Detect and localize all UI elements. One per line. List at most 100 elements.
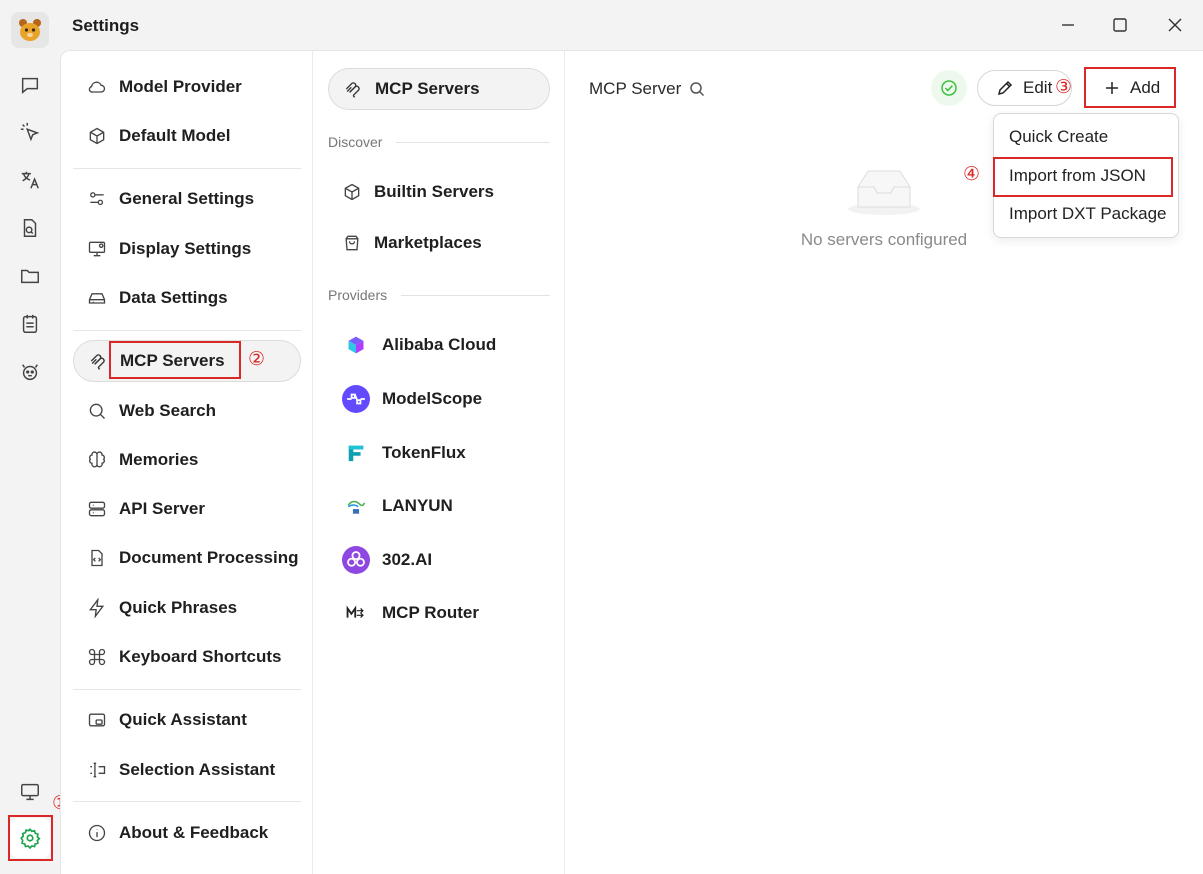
nav-about-feedback[interactable]: About & Feedback <box>73 812 301 854</box>
app-window-icon <box>88 713 106 727</box>
chat-icon[interactable] <box>10 65 50 105</box>
section-label-text: Discover <box>328 134 383 150</box>
nav-default-model[interactable]: Default Model <box>73 115 301 157</box>
annotation-box-1 <box>8 815 53 861</box>
divider <box>73 689 301 690</box>
nav-quick-phrases[interactable]: Quick Phrases <box>73 587 301 629</box>
nav-label: Quick Phrases <box>119 598 238 617</box>
search-icon[interactable] <box>689 81 705 97</box>
mcp-nav-builtin-servers[interactable]: Builtin Servers <box>328 171 550 213</box>
translate-icon[interactable] <box>10 160 50 200</box>
nav-label: MCP Servers <box>375 79 480 98</box>
add-dropdown-menu: Quick Create Import from JSON Import DXT… <box>993 113 1179 238</box>
tokenflux-logo-icon <box>342 439 370 467</box>
mcp-icon <box>345 82 360 98</box>
nav-label: MCP Router <box>382 603 479 622</box>
nav-label: Web Search <box>119 401 217 420</box>
annotation-marker-2: ② <box>248 348 266 370</box>
nav-label: Document Processing <box>119 548 299 567</box>
divider <box>73 330 301 331</box>
settings-nav: Model Provider Default Model General Set… <box>61 51 313 874</box>
nav-general-settings[interactable]: General Settings <box>73 178 301 220</box>
nav-label: Builtin Servers <box>374 182 494 201</box>
nav-label: TokenFlux <box>382 443 466 462</box>
alibaba-cloud-logo-icon <box>342 331 370 359</box>
cube-icon <box>89 127 105 145</box>
nav-label: Selection Assistant <box>119 760 276 779</box>
document-search-icon[interactable] <box>10 208 50 248</box>
nav-keyboard-shortcuts[interactable]: Keyboard Shortcuts <box>73 636 301 678</box>
nav-data-settings[interactable]: Data Settings <box>73 277 301 319</box>
notepad-icon[interactable] <box>10 304 50 344</box>
annotation-box-4 <box>993 157 1173 197</box>
cursor-click-icon[interactable] <box>10 112 50 152</box>
provider-alibaba-cloud[interactable]: Alibaba Cloud <box>328 324 550 366</box>
content-header: MCP Server <box>589 79 705 99</box>
edit-label: Edit <box>1023 78 1053 97</box>
divider <box>73 801 301 802</box>
search-icon <box>89 403 105 419</box>
nav-label: API Server <box>119 499 205 518</box>
empty-state: No servers configured <box>794 165 974 250</box>
nav-label: Marketplaces <box>374 233 482 252</box>
pencil-icon <box>997 80 1013 96</box>
mcp-icon <box>90 354 105 370</box>
cube-icon <box>344 183 360 201</box>
nav-label: Model Provider <box>119 77 242 96</box>
menu-item-quick-create[interactable]: Quick Create <box>994 118 1178 156</box>
nav-display-settings[interactable]: Display Settings <box>73 228 301 270</box>
close-icon[interactable] <box>1163 13 1187 37</box>
provider-302ai[interactable]: 302.AI <box>328 539 550 581</box>
robot-icon[interactable] <box>10 352 50 392</box>
add-button[interactable]: Add <box>1084 67 1176 108</box>
nav-api-server[interactable]: API Server <box>73 488 301 530</box>
menu-item-import-dxt[interactable]: Import DXT Package <box>994 195 1178 233</box>
nav-model-provider[interactable]: Model Provider <box>73 66 301 108</box>
hard-drive-icon <box>88 293 106 304</box>
annotation-box-2 <box>109 341 241 379</box>
nav-label: Alibaba Cloud <box>382 335 497 354</box>
nav-selection-assistant[interactable]: Selection Assistant <box>73 749 301 791</box>
nav-label: ModelScope <box>382 389 483 408</box>
minimize-icon[interactable] <box>1056 13 1080 37</box>
provider-lanyun[interactable]: LANYUN <box>328 485 550 527</box>
check-circle-icon <box>931 70 967 106</box>
add-label: Add <box>1130 77 1161 97</box>
provider-mcp-router[interactable]: MCP Router <box>328 592 550 634</box>
title-bar: Settings <box>0 0 1203 50</box>
provider-modelscope[interactable]: ModelScope <box>328 378 550 420</box>
nav-label: Keyboard Shortcuts <box>119 647 282 666</box>
info-icon <box>88 824 106 842</box>
brain-icon <box>89 451 105 468</box>
nav-quick-assistant[interactable]: Quick Assistant <box>73 699 301 741</box>
nav-memories[interactable]: Memories <box>73 439 301 481</box>
mcp-nav-marketplaces[interactable]: Marketplaces <box>328 222 550 264</box>
inbox-icon <box>848 170 920 215</box>
provider-tokenflux[interactable]: TokenFlux <box>328 432 550 474</box>
file-code-icon <box>91 549 103 567</box>
302ai-logo-icon <box>342 546 370 574</box>
monitor-icon[interactable] <box>10 772 50 812</box>
display-settings-icon <box>88 241 106 257</box>
section-label-text: Providers <box>328 287 388 303</box>
app-logo-icon[interactable] <box>11 12 49 48</box>
cloud-icon <box>88 81 106 93</box>
content-title: MCP Server <box>589 79 682 98</box>
text-select-icon <box>90 762 106 778</box>
divider <box>73 168 301 169</box>
mcp-nav: MCP Servers Discover Builtin Servers Mar… <box>313 51 565 874</box>
mcp-router-logo-icon <box>342 599 370 627</box>
nav-label: Display Settings <box>119 239 252 258</box>
sliders-icon <box>90 192 104 206</box>
nav-document-processing[interactable]: Document Processing <box>73 537 301 579</box>
nav-label: General Settings <box>119 189 255 208</box>
section-providers: Providers <box>328 287 550 303</box>
nav-web-search[interactable]: Web Search <box>73 390 301 432</box>
mcp-nav-mcp-servers[interactable]: MCP Servers <box>328 68 550 110</box>
folder-icon[interactable] <box>10 256 50 296</box>
maximize-icon[interactable] <box>1108 13 1132 37</box>
server-icon <box>88 501 106 517</box>
nav-label: 302.AI <box>382 550 433 569</box>
command-icon <box>88 648 106 666</box>
empty-text: No servers configured <box>800 230 968 249</box>
